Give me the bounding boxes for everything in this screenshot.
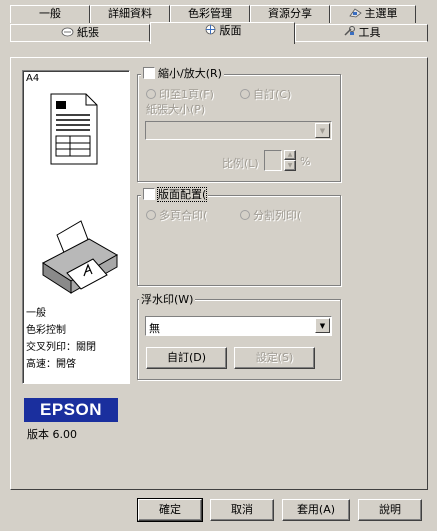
watermark-title: 浮水印(W)	[139, 293, 196, 306]
button-label: 設定(S)	[255, 351, 294, 364]
help-button[interactable]: 說明	[358, 499, 422, 521]
scale-label: 比例(L)	[222, 157, 259, 170]
tab-label: 色彩管理	[188, 7, 232, 20]
watermark-settings-button[interactable]: 設定(S)	[234, 347, 315, 369]
percent-label: %	[300, 155, 311, 168]
summary-line: 高速：開啓	[26, 359, 76, 370]
page-preview-icon	[50, 93, 98, 165]
custom-scale-label: 自訂(C)	[253, 88, 292, 101]
radio-circle[interactable]	[146, 210, 156, 220]
driver-version: 版本 6.00	[27, 428, 77, 441]
n-up-label: 多頁合印(	[159, 209, 208, 222]
radio-circle[interactable]	[146, 89, 156, 99]
spin-down-icon[interactable]: ▼	[284, 160, 296, 171]
tab-main-menu[interactable]: 主選單	[330, 5, 416, 23]
tab-sharing[interactable]: 資源分享	[250, 5, 330, 23]
scale-input[interactable]	[264, 150, 282, 171]
watermark-selected-value: 無	[149, 322, 160, 335]
multi-page-label: 版面配置(	[156, 187, 208, 202]
tab-label: 版面	[219, 24, 242, 37]
tab-color-management[interactable]: 色彩管理	[170, 5, 250, 23]
fit-to-page-label: 印至1頁(F)	[159, 88, 214, 101]
paper-size-label: 紙張大小(P)	[146, 103, 206, 116]
n-up-radio[interactable]: 多頁合印(	[146, 207, 207, 223]
button-label: 確定	[159, 503, 181, 516]
watermark-select[interactable]: 無 ▼	[145, 316, 332, 336]
paper-size-indicator: A4	[26, 73, 40, 84]
paper-icon	[61, 27, 74, 37]
tab-label: 一般	[39, 7, 61, 20]
tab-general[interactable]: 一般	[10, 5, 90, 23]
button-label: 套用(A)	[296, 503, 336, 516]
button-label: 自訂(D)	[166, 351, 207, 364]
chevron-down-icon[interactable]: ▼	[315, 318, 330, 333]
print-settings-summary: 一般 色彩控制 交叉列印：關閉 高速：開啓	[26, 305, 96, 373]
main-menu-icon	[348, 8, 362, 18]
multi-page-checkbox[interactable]: 版面配置(	[141, 187, 209, 202]
summary-line: 一般	[26, 308, 46, 319]
tab-paper[interactable]: 紙張	[10, 24, 150, 42]
checkbox-box[interactable]	[143, 67, 155, 79]
print-preview: A4 一般 色彩控制 交叉列印：關閉 高速：開啓	[22, 70, 130, 384]
scale-spinner[interactable]: ▲ ▼	[284, 150, 296, 171]
printer-properties-dialog: 一般 詳細資料 色彩管理 資源分享 主選單 紙張 版面 工具 A4 一般 色彩控…	[0, 0, 437, 531]
button-label: 說明	[379, 503, 401, 516]
output-paper-select[interactable]: ▼	[145, 121, 332, 140]
summary-line: 交叉列印：關閉	[26, 342, 96, 353]
watermark-custom-button[interactable]: 自訂(D)	[146, 347, 227, 369]
reduce-enlarge-checkbox[interactable]: 縮小/放大(R)	[141, 67, 224, 80]
radio-circle[interactable]	[240, 89, 250, 99]
tab-label: 詳細資料	[108, 7, 152, 20]
ok-button[interactable]: 確定	[137, 498, 203, 522]
cancel-button[interactable]: 取消	[210, 499, 274, 521]
custom-scale-radio[interactable]: 自訂(C)	[240, 86, 291, 102]
layout-icon	[205, 24, 215, 35]
tab-label: 工具	[358, 26, 381, 39]
tab-label: 資源分享	[268, 7, 312, 20]
summary-line: 色彩控制	[26, 325, 66, 336]
epson-logo: EPSON	[24, 398, 118, 422]
printer-icon	[42, 220, 119, 294]
checkbox-box[interactable]	[143, 188, 155, 200]
poster-radio[interactable]: 分割列印(	[240, 207, 301, 223]
apply-button[interactable]: 套用(A)	[282, 499, 350, 521]
tab-layout[interactable]: 版面	[150, 22, 295, 44]
fit-to-page-radio[interactable]: 印至1頁(F)	[146, 86, 214, 102]
poster-label: 分割列印(	[253, 209, 302, 222]
tab-details[interactable]: 詳細資料	[90, 5, 170, 23]
button-label: 取消	[231, 503, 253, 516]
reduce-enlarge-label: 縮小/放大(R)	[158, 67, 222, 80]
tab-label: 紙張	[77, 26, 99, 39]
chevron-down-icon[interactable]: ▼	[315, 123, 330, 138]
spin-up-icon[interactable]: ▲	[284, 150, 296, 160]
radio-circle[interactable]	[240, 210, 250, 220]
tab-label: 主選單	[364, 7, 398, 20]
tab-utility[interactable]: 工具	[295, 24, 428, 42]
tools-icon	[343, 26, 355, 36]
